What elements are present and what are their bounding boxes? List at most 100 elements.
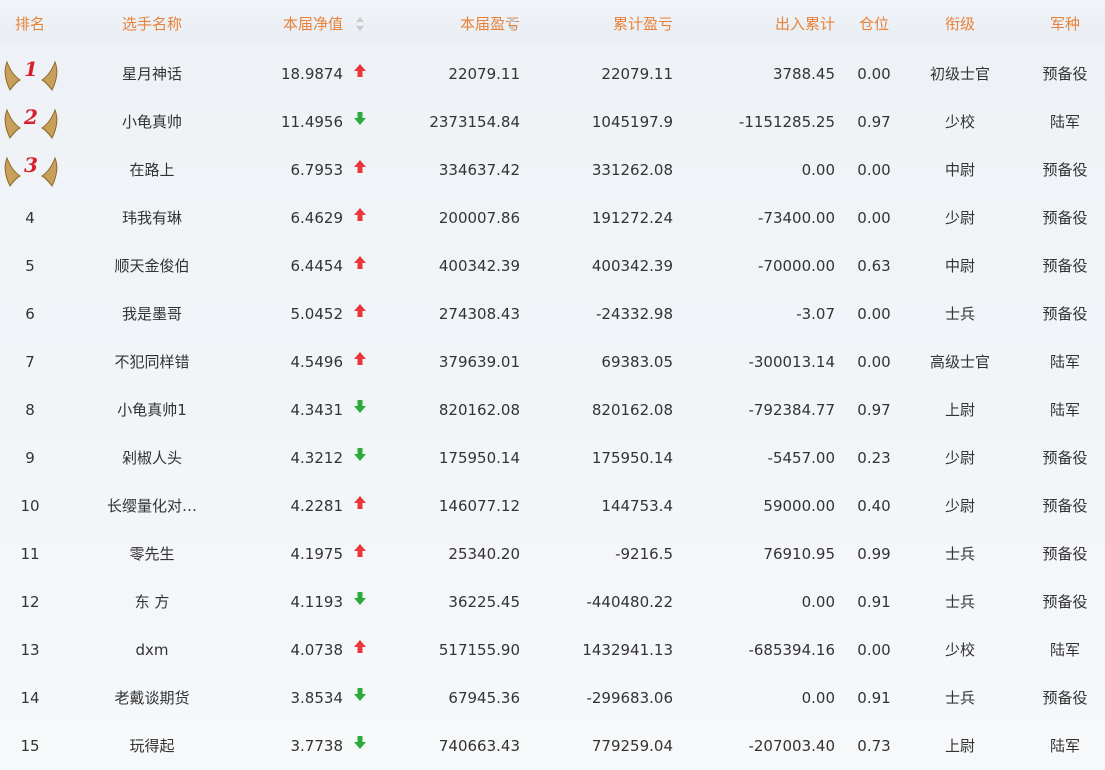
table-row[interactable]: 13 dxm 4.0738 517155.90 1432941.13 -685394.16… xyxy=(0,626,1105,674)
rank-title: 中尉 xyxy=(944,161,975,179)
net-value: 11.4956 xyxy=(280,113,343,131)
cumulative-pnl: 820162.08 xyxy=(591,401,673,419)
table-row[interactable]: 7 不犯同样错 4.5496 379639.01 69383.05 -300013.14 0… xyxy=(0,338,1105,386)
player-name-link[interactable]: 东 方 xyxy=(92,578,212,626)
header-position: 仓位 xyxy=(858,15,889,33)
player-name-link[interactable]: 长缨量化对… xyxy=(92,482,212,530)
position-ratio: 0.73 xyxy=(857,737,891,755)
rank-number: 1 xyxy=(24,57,38,81)
arrow-down-icon xyxy=(353,577,367,625)
service-branch: 陆军 xyxy=(1049,113,1080,131)
header-rank: 排名 xyxy=(14,15,45,33)
table-row[interactable]: 3 在路上 6.7953 334637.42 331262.08 0.00 0.00 中尉 预备… xyxy=(0,146,1105,194)
rank-medal-icon: 2 xyxy=(4,104,58,140)
position-ratio: 0.00 xyxy=(857,161,891,179)
position-ratio: 0.00 xyxy=(857,305,891,323)
net-value: 18.9874 xyxy=(280,65,343,83)
sort-arrows-icon[interactable] xyxy=(355,17,365,31)
player-name-link[interactable]: 星月神话 xyxy=(92,50,212,98)
cumulative-flow: 59000.00 xyxy=(763,497,835,515)
cumulative-pnl: 1432941.13 xyxy=(582,641,673,659)
header-pnl-sortable[interactable]: 本届盈亏 xyxy=(380,0,520,48)
table-row[interactable]: 10 长缨量化对… 4.2281 146077.12 144753.4 59000.00 0… xyxy=(0,482,1105,530)
ranking-table: 排名 选手名称 本届净值 本届盈亏 累计盈亏 出入累计 仓位 衔级 军种 1 星月… xyxy=(0,0,1105,769)
rank-number: 7 xyxy=(25,353,35,371)
table-row[interactable]: 8 小龟真帅1 4.3431 820162.08 820162.08 -792384.77… xyxy=(0,386,1105,434)
cumulative-flow: 3788.45 xyxy=(772,65,835,83)
position-ratio: 0.97 xyxy=(857,401,891,419)
cumulative-flow: -70000.00 xyxy=(758,257,835,275)
cumulative-flow: -685394.16 xyxy=(748,641,835,659)
rank-number: 2 xyxy=(24,105,38,129)
player-name-link[interactable]: 剁椒人头 xyxy=(92,434,212,482)
header-title: 衔级 xyxy=(944,15,975,33)
position-ratio: 0.00 xyxy=(857,641,891,659)
rank-number: 13 xyxy=(20,641,40,659)
rank-title: 初级士官 xyxy=(929,65,990,83)
player-name-link[interactable]: 我是墨哥 xyxy=(92,290,212,338)
cumulative-flow: 0.00 xyxy=(801,593,835,611)
table-row[interactable]: 14 老戴谈期货 3.8534 67945.36 -299683.06 0.00 0.91 士… xyxy=(0,674,1105,722)
player-name-link[interactable]: dxm xyxy=(92,626,212,674)
arrow-down-icon xyxy=(353,385,367,433)
service-branch: 预备役 xyxy=(1042,497,1088,515)
player-name-link[interactable]: 玩得起 xyxy=(92,722,212,770)
rank-number: 12 xyxy=(20,593,40,611)
rank-number: 4 xyxy=(25,209,35,227)
arrow-up-icon xyxy=(353,289,367,337)
cumulative-pnl: 69383.05 xyxy=(601,353,673,371)
table-row[interactable]: 15 玩得起 3.7738 740663.43 779259.04 -207003.40 0… xyxy=(0,722,1105,770)
player-name-link[interactable]: 零先生 xyxy=(92,530,212,578)
player-name-link[interactable]: 老戴谈期货 xyxy=(92,674,212,722)
net-value: 6.4629 xyxy=(290,209,344,227)
service-branch: 预备役 xyxy=(1042,545,1088,563)
session-pnl: 400342.39 xyxy=(438,257,520,275)
table-row[interactable]: 1 星月神话 18.9874 22079.11 22079.11 3788.45 0.00 初… xyxy=(0,50,1105,98)
rank-number: 11 xyxy=(20,545,40,563)
position-ratio: 0.63 xyxy=(857,257,891,275)
player-name-link[interactable]: 不犯同样错 xyxy=(92,338,212,386)
table-row[interactable]: 12 东 方 4.1193 36225.45 -440480.22 0.00 0.91 士兵 预… xyxy=(0,578,1105,626)
table-row[interactable]: 2 小龟真帅 11.4956 2373154.84 1045197.9 -1151285.… xyxy=(0,98,1105,146)
cumulative-pnl: 191272.24 xyxy=(591,209,673,227)
table-row[interactable]: 4 玮我有琳 6.4629 200007.86 191272.24 -73400.00 0.… xyxy=(0,194,1105,242)
table-row[interactable]: 9 剁椒人头 4.3212 175950.14 175950.14 -5457.00 0.2… xyxy=(0,434,1105,482)
net-value: 6.7953 xyxy=(290,161,344,179)
cumulative-pnl: 331262.08 xyxy=(591,161,673,179)
arrow-down-icon xyxy=(353,433,367,481)
session-pnl: 274308.43 xyxy=(438,305,520,323)
arrow-up-icon xyxy=(353,337,367,385)
session-pnl: 25340.20 xyxy=(448,545,520,563)
sort-arrows-icon[interactable] xyxy=(507,17,517,31)
session-pnl: 820162.08 xyxy=(438,401,520,419)
service-branch: 预备役 xyxy=(1042,209,1088,227)
cumulative-flow: -300013.14 xyxy=(748,353,835,371)
header-arm: 军种 xyxy=(1049,15,1080,33)
cumulative-pnl: 175950.14 xyxy=(591,449,673,467)
table-row[interactable]: 6 我是墨哥 5.0452 274308.43 -24332.98 -3.07 0.00 士兵… xyxy=(0,290,1105,338)
rank-number: 5 xyxy=(25,257,35,275)
header-nav-sortable[interactable]: 本届净值 xyxy=(220,0,343,48)
table-row[interactable]: 11 零先生 4.1975 25340.20 -9216.5 76910.95 0.99 士兵… xyxy=(0,530,1105,578)
net-value: 4.0738 xyxy=(290,641,344,659)
player-name-link[interactable]: 顺天金俊伯 xyxy=(92,242,212,290)
cumulative-flow: 0.00 xyxy=(801,161,835,179)
rank-medal-icon: 3 xyxy=(4,152,58,188)
player-name-link[interactable]: 小龟真帅 xyxy=(92,98,212,146)
table-header: 排名 选手名称 本届净值 本届盈亏 累计盈亏 出入累计 仓位 衔级 军种 xyxy=(0,0,1105,48)
table-row[interactable]: 5 顺天金俊伯 6.4454 400342.39 400342.39 -70000.00 0… xyxy=(0,242,1105,290)
service-branch: 预备役 xyxy=(1042,305,1088,323)
cumulative-flow: -792384.77 xyxy=(748,401,835,419)
cumulative-pnl: 779259.04 xyxy=(591,737,673,755)
net-value: 4.5496 xyxy=(290,353,344,371)
session-pnl: 175950.14 xyxy=(438,449,520,467)
position-ratio: 0.00 xyxy=(857,353,891,371)
service-branch: 陆军 xyxy=(1049,401,1080,419)
cumulative-pnl: -24332.98 xyxy=(596,305,673,323)
player-name-link[interactable]: 小龟真帅1 xyxy=(92,386,212,434)
player-name-link[interactable]: 玮我有琳 xyxy=(92,194,212,242)
cumulative-pnl: -299683.06 xyxy=(586,689,673,707)
net-value: 5.0452 xyxy=(290,305,344,323)
cumulative-pnl: 400342.39 xyxy=(591,257,673,275)
player-name-link[interactable]: 在路上 xyxy=(92,146,212,194)
